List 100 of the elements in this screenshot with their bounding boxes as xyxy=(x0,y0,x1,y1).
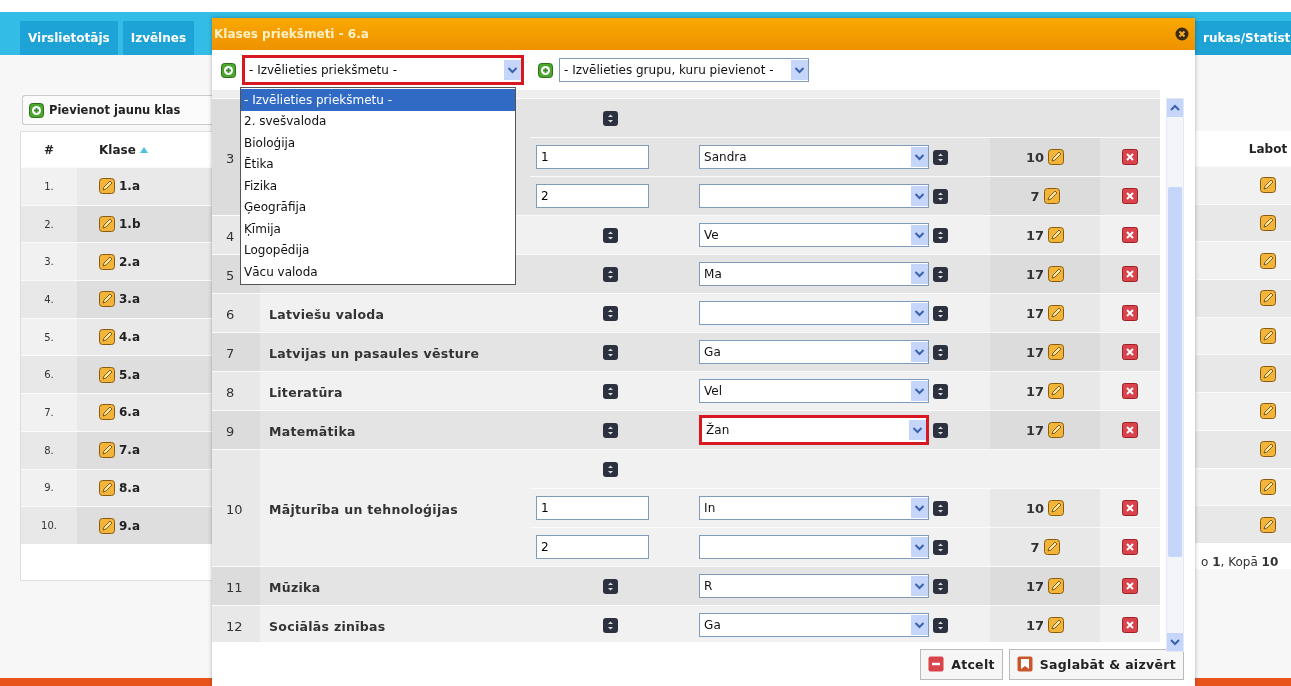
edit-icon[interactable] xyxy=(1048,149,1065,165)
scroll-up-icon[interactable] xyxy=(1167,99,1183,117)
edit-icon[interactable] xyxy=(1043,539,1060,555)
stepper-icon[interactable] xyxy=(602,461,618,477)
save-button[interactable]: Saglabāt & aizvērt xyxy=(1008,648,1184,680)
cancel-button[interactable]: Atcelt xyxy=(920,648,1003,680)
edit-icon[interactable] xyxy=(1260,516,1276,533)
stepper-icon[interactable] xyxy=(602,110,618,126)
delete-icon[interactable] xyxy=(1122,617,1138,634)
minus-icon xyxy=(928,656,945,672)
subject-select[interactable]: - Izvēlieties priekšmetu - xyxy=(242,55,524,85)
delete-icon[interactable] xyxy=(1122,578,1138,594)
hours-count: 17 xyxy=(1025,344,1045,360)
edit-icon[interactable] xyxy=(1260,290,1276,307)
dropdown-option[interactable]: - Izvēlieties priekšmetu - xyxy=(241,89,515,111)
teacher-select[interactable]: Žan xyxy=(699,415,930,445)
edit-icon[interactable] xyxy=(1260,403,1276,420)
stepper-icon[interactable] xyxy=(602,617,618,633)
add-class-button[interactable]: Pievienot jaunu klas xyxy=(22,95,212,125)
stepper-icon[interactable] xyxy=(602,422,618,438)
hours-count: 10 xyxy=(1025,149,1045,165)
stepper-icon[interactable] xyxy=(933,188,949,204)
stepper-icon[interactable] xyxy=(602,344,618,360)
column-header[interactable]: Klase xyxy=(99,142,136,157)
stepper-icon[interactable] xyxy=(933,578,949,594)
close-icon[interactable] xyxy=(1175,27,1189,41)
class-name: 1.a xyxy=(119,179,140,194)
teacher-select[interactable]: Ga xyxy=(699,340,930,364)
stepper-icon[interactable] xyxy=(602,578,618,594)
delete-icon[interactable] xyxy=(1122,227,1138,243)
edit-icon[interactable] xyxy=(99,366,115,383)
stepper-icon[interactable] xyxy=(933,617,949,633)
teacher-select[interactable]: Sandra xyxy=(699,145,930,169)
stepper-icon[interactable] xyxy=(602,227,618,243)
group-input[interactable]: 1 xyxy=(536,145,649,169)
delete-icon[interactable] xyxy=(1122,149,1138,165)
stepper-icon[interactable] xyxy=(933,539,949,555)
delete-icon[interactable] xyxy=(1122,500,1138,516)
teacher-select[interactable]: Ve xyxy=(699,223,930,247)
scroll-down-icon[interactable] xyxy=(1167,633,1183,651)
edit-icon[interactable] xyxy=(99,291,115,308)
edit-icon[interactable] xyxy=(1048,344,1065,360)
delete-icon[interactable] xyxy=(1122,539,1138,555)
plus-icon[interactable] xyxy=(29,102,44,118)
edit-icon[interactable] xyxy=(1048,227,1065,243)
edit-icon[interactable] xyxy=(1048,305,1065,321)
stepper-icon[interactable] xyxy=(933,500,949,516)
stepper-icon[interactable] xyxy=(933,266,949,282)
teacher-select[interactable]: Ga xyxy=(699,613,930,638)
stepper-icon[interactable] xyxy=(933,227,949,243)
column-header: Labot xyxy=(1248,141,1288,156)
hours-count: 7 xyxy=(1030,539,1040,555)
plus-icon[interactable] xyxy=(221,62,236,78)
teacher-select[interactable]: R xyxy=(699,574,930,598)
stepper-icon[interactable] xyxy=(602,383,618,399)
edit-icon[interactable] xyxy=(99,517,115,534)
delete-icon[interactable] xyxy=(1122,188,1138,204)
stepper-icon[interactable] xyxy=(933,383,949,399)
edit-icon[interactable] xyxy=(1260,328,1276,345)
group-input[interactable]: 2 xyxy=(536,184,649,208)
plus-icon[interactable] xyxy=(538,62,553,78)
edit-icon[interactable] xyxy=(99,253,115,270)
edit-icon[interactable] xyxy=(99,216,115,233)
edit-icon[interactable] xyxy=(1260,177,1276,194)
delete-icon[interactable] xyxy=(1122,344,1138,360)
edit-icon[interactable] xyxy=(1043,188,1060,204)
edit-icon[interactable] xyxy=(1048,578,1065,594)
group-input[interactable]: 1 xyxy=(536,496,649,520)
delete-icon[interactable] xyxy=(1122,305,1138,321)
edit-icon[interactable] xyxy=(99,442,115,459)
group-select[interactable]: - Izvēlieties grupu, kuru pievienot - xyxy=(559,58,809,82)
edit-icon[interactable] xyxy=(1048,422,1065,438)
edit-icon[interactable] xyxy=(1048,266,1065,282)
edit-icon[interactable] xyxy=(1048,383,1065,399)
delete-icon[interactable] xyxy=(1122,422,1138,438)
edit-icon[interactable] xyxy=(99,178,115,195)
edit-icon[interactable] xyxy=(1048,500,1065,516)
edit-icon[interactable] xyxy=(1260,365,1276,382)
class-name: 4.a xyxy=(119,330,140,345)
teacher-select[interactable]: Vel xyxy=(699,379,930,403)
edit-icon[interactable] xyxy=(1260,215,1276,232)
edit-icon[interactable] xyxy=(99,404,115,421)
stepper-icon[interactable] xyxy=(602,305,618,321)
edit-icon[interactable] xyxy=(1260,252,1276,269)
edit-icon[interactable] xyxy=(99,329,115,346)
stepper-icon[interactable] xyxy=(933,422,949,438)
stepper-icon[interactable] xyxy=(933,149,949,165)
edit-icon[interactable] xyxy=(1048,617,1065,634)
teacher-select[interactable]: Ma xyxy=(699,262,930,286)
delete-icon[interactable] xyxy=(1122,383,1138,399)
edit-icon[interactable] xyxy=(99,479,115,496)
delete-icon[interactable] xyxy=(1122,266,1138,282)
teacher-select[interactable]: In xyxy=(699,496,930,520)
stepper-icon[interactable] xyxy=(933,344,949,360)
stepper-icon[interactable] xyxy=(933,305,949,321)
scrollbar[interactable] xyxy=(1166,98,1184,652)
stepper-icon[interactable] xyxy=(602,266,618,282)
edit-icon[interactable] xyxy=(1260,441,1276,458)
group-input[interactable]: 2 xyxy=(536,535,649,559)
edit-icon[interactable] xyxy=(1260,478,1276,495)
